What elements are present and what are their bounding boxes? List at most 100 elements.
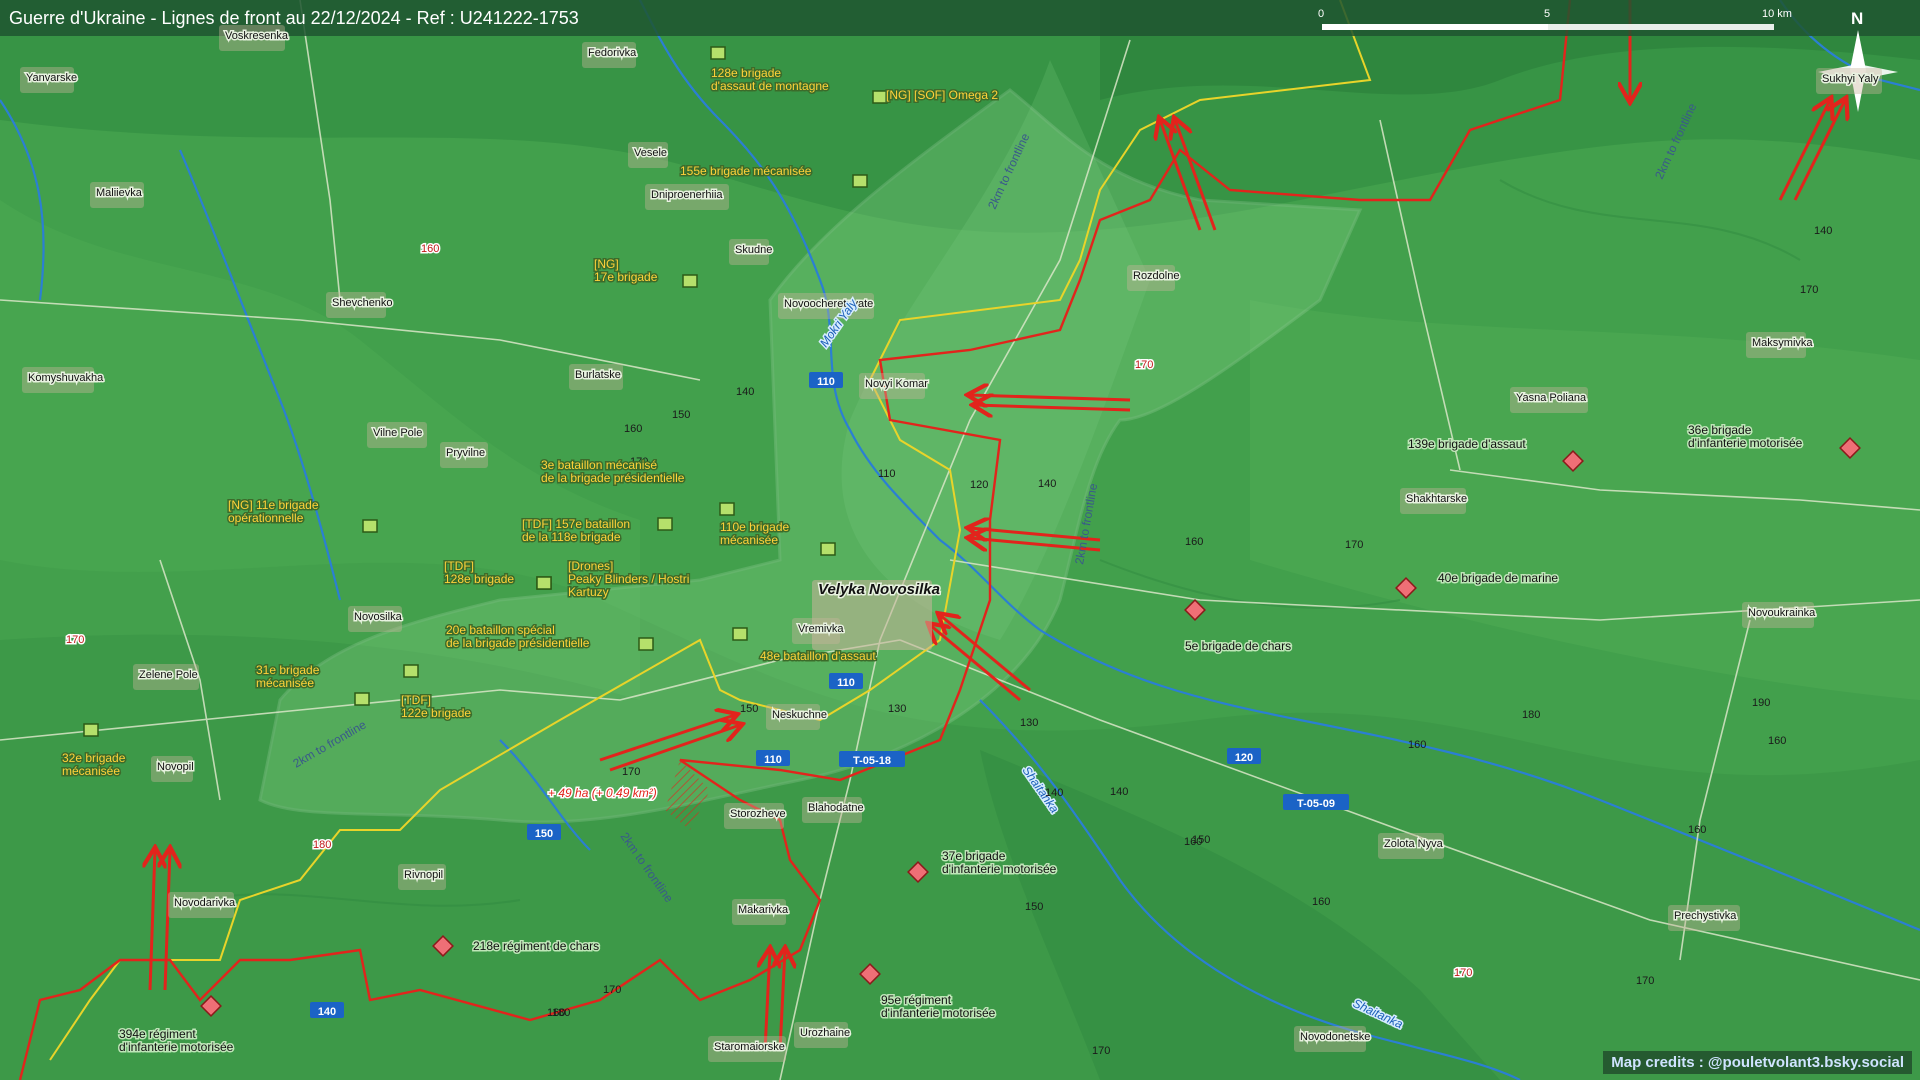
elevation-label: 160 <box>421 243 439 255</box>
town[interactable]: Zolota Nyva <box>1378 833 1445 859</box>
town[interactable]: Makarivka <box>732 899 791 925</box>
town[interactable]: Neskuchne <box>766 704 829 730</box>
town[interactable]: Pryvilne <box>440 442 488 468</box>
town[interactable]: Voskresenka <box>219 25 290 51</box>
town-label: Novodonetske <box>1300 1031 1370 1043</box>
ua-unit-marker <box>820 542 836 556</box>
elevation-label: 140 <box>1814 225 1832 237</box>
town[interactable]: Vremivka <box>792 618 846 644</box>
town-label: Novosilka <box>354 611 403 623</box>
gain-label: + 49 ha (+ 0.49 km²) <box>548 786 657 800</box>
town-label: Vilne Pole <box>373 427 422 439</box>
north-label: N <box>1851 9 1863 28</box>
town[interactable]: Prechystivka <box>1668 905 1740 931</box>
town-label: Voskresenka <box>225 30 289 42</box>
ua-unit-marker <box>852 174 868 188</box>
town[interactable]: Yasna Poliana <box>1510 387 1589 413</box>
ru-unit-label: 218e régiment de chars <box>473 939 599 953</box>
ua-unit-label: [TDF] 157e bataillon de la 118e brigade <box>522 517 630 544</box>
town[interactable]: Rozdolne <box>1127 265 1181 291</box>
town[interactable]: Novodarivka <box>168 892 238 918</box>
elevation-label: 160 <box>1408 739 1426 751</box>
road-number: T-05-18 <box>853 755 891 767</box>
elevation-label: 150 <box>740 703 758 715</box>
elevation-label: 170 <box>66 634 84 646</box>
town[interactable]: Zelene Pole <box>133 664 199 690</box>
road-badge: 110 <box>809 372 843 388</box>
town[interactable]: Novodonetske <box>1294 1026 1372 1052</box>
town-label: Fedorivka <box>588 47 637 59</box>
elevation-label: 170 <box>622 766 640 778</box>
town[interactable]: Novyi Komar <box>859 373 930 399</box>
ua-unit-label: 48e bataillon d'assaut <box>760 649 876 663</box>
ua-unit-marker <box>83 723 99 737</box>
ua-unit-label: 32e brigade mécanisée <box>62 751 126 778</box>
town[interactable]: Yanvarske <box>20 67 79 93</box>
town-label: Shakhtarske <box>1406 493 1467 505</box>
town[interactable]: Novosilka <box>348 606 404 632</box>
scale-tick: 5 <box>1544 8 1550 20</box>
town[interactable]: Shevchenko <box>326 292 394 318</box>
map-title: Guerre d'Ukraine - Lignes de front au 22… <box>9 8 579 28</box>
town[interactable]: Urozhaine <box>794 1022 852 1048</box>
town[interactable]: Rivnopil <box>398 864 446 890</box>
town[interactable]: Komyshuvakha <box>22 367 106 393</box>
town[interactable]: Sukhyi Yaly <box>1816 68 1882 94</box>
ua-unit-marker <box>719 502 735 516</box>
town-label: Blahodatne <box>808 802 864 814</box>
town[interactable]: Blahodatne <box>802 797 865 823</box>
town[interactable]: Fedorivka <box>582 42 639 68</box>
road-badge: 110 <box>756 750 790 766</box>
ua-unit-marker <box>710 46 726 60</box>
town-label: Vremivka <box>798 623 844 635</box>
town-label: Burlatske <box>575 369 621 381</box>
town[interactable]: Vesele <box>628 142 669 168</box>
town-label: Maksymivka <box>1752 337 1813 349</box>
town-label: Yanvarske <box>26 72 77 84</box>
town-label: Novoocheretuvate <box>784 298 873 310</box>
road-badge: 120 <box>1227 748 1261 764</box>
ua-unit[interactable]: [NG] [SOF] Omega 2 <box>872 87 1000 104</box>
elevation-label: 180 <box>1522 709 1540 721</box>
scale-tick: 0 <box>1318 8 1324 20</box>
town[interactable]: Skudne <box>729 239 774 265</box>
elevation-label: 150 <box>672 409 690 421</box>
ua-unit-marker <box>403 664 419 678</box>
elevation-label: 170 <box>1636 975 1654 987</box>
town-label: Urozhaine <box>800 1027 850 1039</box>
road-number: T-05-09 <box>1297 798 1335 810</box>
ua-unit-label: 155e brigade mécanisée <box>680 164 812 178</box>
elevation-label: 170 <box>1454 967 1472 979</box>
town-label: Dniproenerhiia <box>651 189 723 201</box>
scale-tick: 10 km <box>1762 8 1792 20</box>
town[interactable]: Dniproenerhiia <box>645 184 729 210</box>
road-badge: T-05-18 <box>839 751 905 767</box>
map-credits: Map credits : @pouletvolant3.bsky.social <box>1603 1051 1912 1074</box>
front-map: Guerre d'Ukraine - Lignes de front au 22… <box>0 0 1920 1080</box>
ua-unit-marker <box>354 692 370 706</box>
town-label: Maliievka <box>96 187 143 199</box>
elevation-label: 160 <box>624 423 642 435</box>
town[interactable]: Novoukrainka <box>1742 602 1818 628</box>
ru-unit-label: 5e brigade de chars <box>1185 639 1291 653</box>
town[interactable]: Maliievka <box>90 182 144 208</box>
town[interactable]: Staromaiorske <box>708 1036 786 1062</box>
town[interactable]: Maksymivka <box>1746 332 1815 358</box>
town[interactable]: Burlatske <box>569 364 623 390</box>
elevation-label: 140 <box>736 386 754 398</box>
town[interactable]: Vilne Pole <box>367 422 427 448</box>
elevation-label: 160 <box>1768 735 1786 747</box>
town[interactable]: Storozheve <box>724 803 787 829</box>
road-number: 150 <box>535 828 553 840</box>
road-badge: T-05-09 <box>1283 794 1349 810</box>
elevation-label: 150 <box>1025 901 1043 913</box>
town-label: Rozdolne <box>1133 270 1179 282</box>
town[interactable]: Novopil <box>151 756 195 782</box>
ua-unit-marker <box>638 637 654 651</box>
town-label: Skudne <box>735 244 772 256</box>
town[interactable]: Shakhtarske <box>1400 488 1469 514</box>
ua-unit-marker <box>362 519 378 533</box>
elevation-label: 140 <box>1045 787 1063 799</box>
elevation-label: 130 <box>888 703 906 715</box>
town[interactable]: Novoocheretuvate <box>778 293 875 319</box>
